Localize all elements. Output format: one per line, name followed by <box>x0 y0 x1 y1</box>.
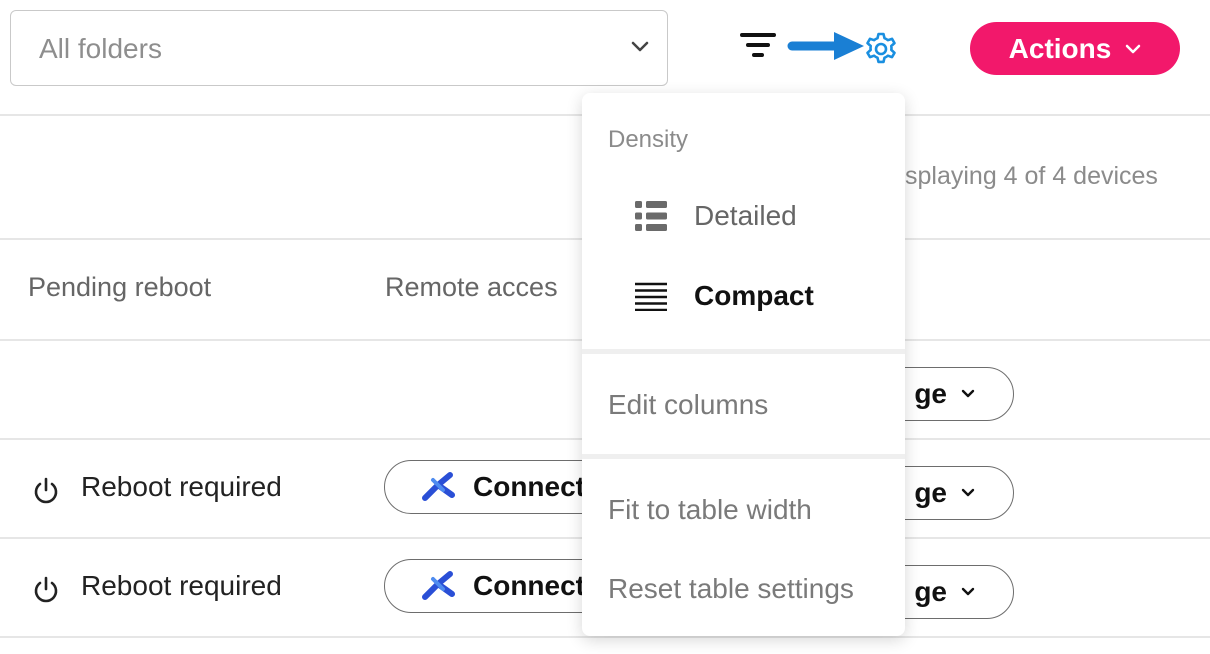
density-option-label: Detailed <box>694 200 797 231</box>
reboot-status: Reboot required <box>81 570 282 601</box>
chevron-down-icon <box>631 41 649 52</box>
chevron-down-icon <box>961 587 975 596</box>
edit-columns-item[interactable]: Edit columns <box>608 389 768 421</box>
column-header-pending-reboot[interactable]: Pending reboot <box>28 272 211 303</box>
manage-button-label: ge <box>914 378 947 409</box>
compact-list-icon <box>635 282 667 311</box>
actions-button[interactable]: Actions <box>970 22 1180 75</box>
chevron-down-icon <box>1126 44 1141 53</box>
power-icon <box>34 576 58 603</box>
column-header-remote-access[interactable]: Remote acces <box>385 272 558 303</box>
power-icon <box>34 477 58 504</box>
manage-button-label: ge <box>914 477 947 508</box>
chevron-down-icon <box>961 488 975 497</box>
density-option-compact[interactable]: Compact <box>634 280 814 312</box>
table-settings-menu: Density Detailed Compact Edit columns Fi… <box>582 93 905 636</box>
menu-separator <box>582 454 905 459</box>
folder-select[interactable]: All folders <box>10 10 668 86</box>
density-option-label: Compact <box>694 280 814 311</box>
manage-button-label: ge <box>914 576 947 607</box>
reset-table-settings-item[interactable]: Reset table settings <box>608 573 854 605</box>
connect-button-label: Connect <box>473 570 585 601</box>
divider <box>0 636 1210 638</box>
fit-to-table-width-item[interactable]: Fit to table width <box>608 494 812 526</box>
annotation-arrow <box>787 32 864 60</box>
chevron-down-icon <box>961 389 975 398</box>
reboot-status: Reboot required <box>81 471 282 502</box>
density-option-detailed[interactable]: Detailed <box>634 199 797 233</box>
remote-access-icon <box>422 472 455 501</box>
device-count: splaying 4 of 4 devices <box>905 162 1158 190</box>
menu-separator <box>582 349 905 354</box>
actions-button-label: Actions <box>1008 32 1112 64</box>
gear-icon[interactable] <box>862 30 900 68</box>
filter-icon[interactable] <box>740 30 776 60</box>
detailed-list-icon <box>635 201 667 231</box>
remote-access-icon <box>422 571 455 600</box>
connect-button-label: Connect <box>473 471 585 502</box>
density-section-title: Density <box>608 126 689 153</box>
folder-select-value: All folders <box>39 33 162 64</box>
